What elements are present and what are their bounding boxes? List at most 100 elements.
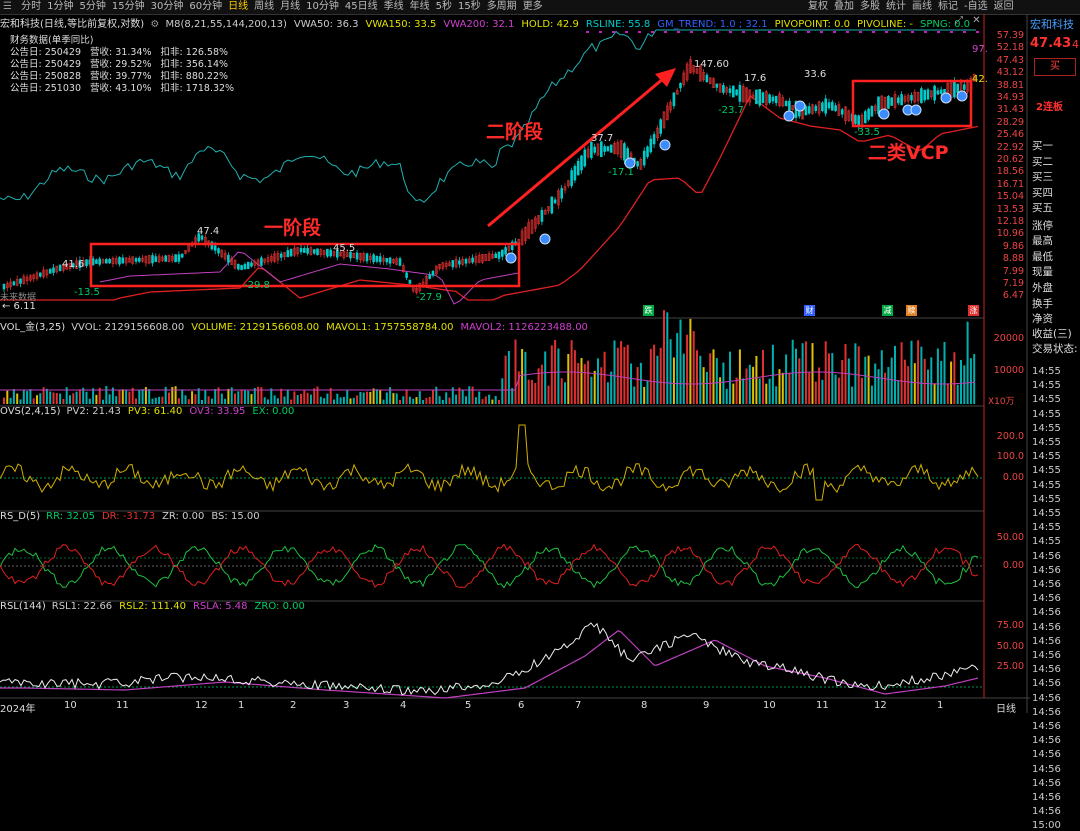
buy-button[interactable]: 买 (1034, 58, 1076, 76)
volume-bar (722, 362, 725, 404)
candle (784, 101, 788, 107)
tick-time: 14:56 (1032, 749, 1061, 761)
candle (599, 141, 603, 157)
period-tab[interactable]: 15分钟 (112, 0, 145, 14)
volume-bar (362, 392, 365, 404)
candle (105, 259, 108, 264)
period-tab[interactable]: 30分钟 (151, 0, 184, 14)
period-tab[interactable]: 45日线 (345, 0, 378, 14)
period-tab[interactable]: 日线 (228, 0, 248, 14)
period-tab[interactable]: 周线 (254, 0, 274, 14)
price-axis-tick: 7.99 (1002, 265, 1024, 277)
toolbar-menu-item[interactable]: 统计 (886, 0, 906, 14)
panel-title[interactable]: OVS(2,4,15) (0, 406, 61, 417)
candle (302, 248, 306, 253)
tick-time: 14:56 (1032, 735, 1061, 747)
volume-bar (128, 391, 131, 404)
volume-bar (758, 378, 761, 404)
toolbar-menu-item[interactable]: 返回 (994, 0, 1014, 14)
period-tab[interactable]: 5秒 (436, 0, 452, 14)
period-tab[interactable]: 1分钟 (47, 0, 73, 14)
volume-bar (323, 398, 326, 404)
period-tab[interactable]: 10分钟 (306, 0, 339, 14)
period-tab[interactable]: 更多 (523, 0, 543, 14)
candle (877, 96, 880, 115)
panel-title[interactable]: RS_D(5) (0, 511, 40, 522)
candle (250, 262, 253, 267)
order-book-row: 买二 (1032, 155, 1053, 168)
finance-row: 公告日: 250828 营收: 39.77% 扣非: 880.22% (10, 71, 229, 82)
event-badge[interactable]: 财 (804, 305, 815, 316)
volume-bar (352, 397, 355, 404)
period-tab[interactable]: 月线 (280, 0, 300, 14)
event-badge[interactable]: 涨 (968, 305, 979, 316)
event-badge[interactable]: 赎 (906, 305, 917, 316)
menu-icon[interactable]: ☰ (3, 0, 12, 14)
trend-marker (820, 31, 823, 33)
period-tab[interactable]: 5分钟 (80, 0, 106, 14)
close-icon[interactable]: ✕ (972, 15, 980, 26)
volume-bar (544, 351, 547, 404)
volume-bar (494, 395, 497, 404)
toolbar-menu-item[interactable]: 标记 (938, 0, 958, 14)
tick-time: 14:55 (1032, 380, 1061, 392)
trend-marker (924, 31, 927, 33)
panel-axis-tick: 50.00 (996, 532, 1024, 543)
expand-icon[interactable]: ⤢ (955, 15, 963, 26)
volume-bar (118, 390, 121, 404)
candle (48, 268, 52, 274)
volume-bar (818, 367, 821, 404)
candle (735, 89, 738, 96)
period-tab[interactable]: 季线 (384, 0, 404, 14)
candle (372, 254, 375, 263)
candle (570, 170, 573, 187)
panel-title[interactable]: RSL(144) (0, 601, 46, 612)
volume-bar (884, 372, 887, 404)
tick-time: 14:56 (1032, 763, 1061, 775)
toolbar-menu-item[interactable]: 复权 (808, 0, 828, 14)
volume-bar (481, 399, 484, 404)
signal-dot (940, 92, 952, 104)
volume-bar (161, 396, 164, 404)
candle (58, 264, 62, 271)
rsl-line (0, 622, 979, 696)
period-tab[interactable]: 60分钟 (189, 0, 222, 14)
candle (408, 279, 412, 284)
toolbar-menu-item[interactable]: 画线 (912, 0, 932, 14)
period-tab[interactable]: 多周期 (487, 0, 517, 14)
volume-bar (276, 398, 279, 404)
price-mark-label: 147.60 (694, 59, 729, 70)
toolbar-menu-item[interactable]: -自选 (964, 0, 988, 14)
period-tab[interactable]: 15秒 (458, 0, 481, 14)
volume-bar (432, 390, 434, 404)
price-axis-tick: 10.96 (996, 228, 1024, 240)
volume-bar (204, 390, 207, 404)
toolbar-menu-item[interactable]: 叠加 (834, 0, 854, 14)
candle (761, 92, 765, 104)
event-badge[interactable]: 跌 (643, 305, 654, 316)
time-axis-label: 1 (238, 700, 245, 711)
finance-row: 公告日: 250429 营收: 29.52% 扣非: 356.14% (10, 59, 229, 70)
toolbar-menu-item[interactable]: 多股 (860, 0, 880, 14)
volume-bar (177, 398, 180, 404)
volume-bar (488, 394, 491, 404)
volume-bar (940, 360, 943, 404)
volume-bar (861, 377, 863, 404)
volume-bar (214, 389, 217, 404)
volume-bar (306, 392, 309, 404)
quote-stock-name[interactable]: 宏和科技 (1030, 16, 1074, 32)
panel-title[interactable]: VOL_金(3,25) (0, 322, 65, 333)
event-badge[interactable]: 减 (882, 305, 893, 316)
candle (500, 249, 504, 257)
trend-marker (729, 31, 732, 33)
volume-bar (847, 358, 850, 404)
vcp-label: 二类VCP (868, 142, 949, 164)
settings-icon[interactable]: ⚙ (150, 19, 159, 30)
period-tab[interactable]: 年线 (410, 0, 430, 14)
quote-extra-row: 换手 (1032, 298, 1053, 310)
period-tab[interactable]: 分时 (21, 0, 41, 14)
volume-bar (587, 360, 590, 404)
tick-time: 14:55 (1032, 465, 1061, 477)
volume-bar (933, 383, 936, 404)
volume-bar (613, 340, 616, 404)
